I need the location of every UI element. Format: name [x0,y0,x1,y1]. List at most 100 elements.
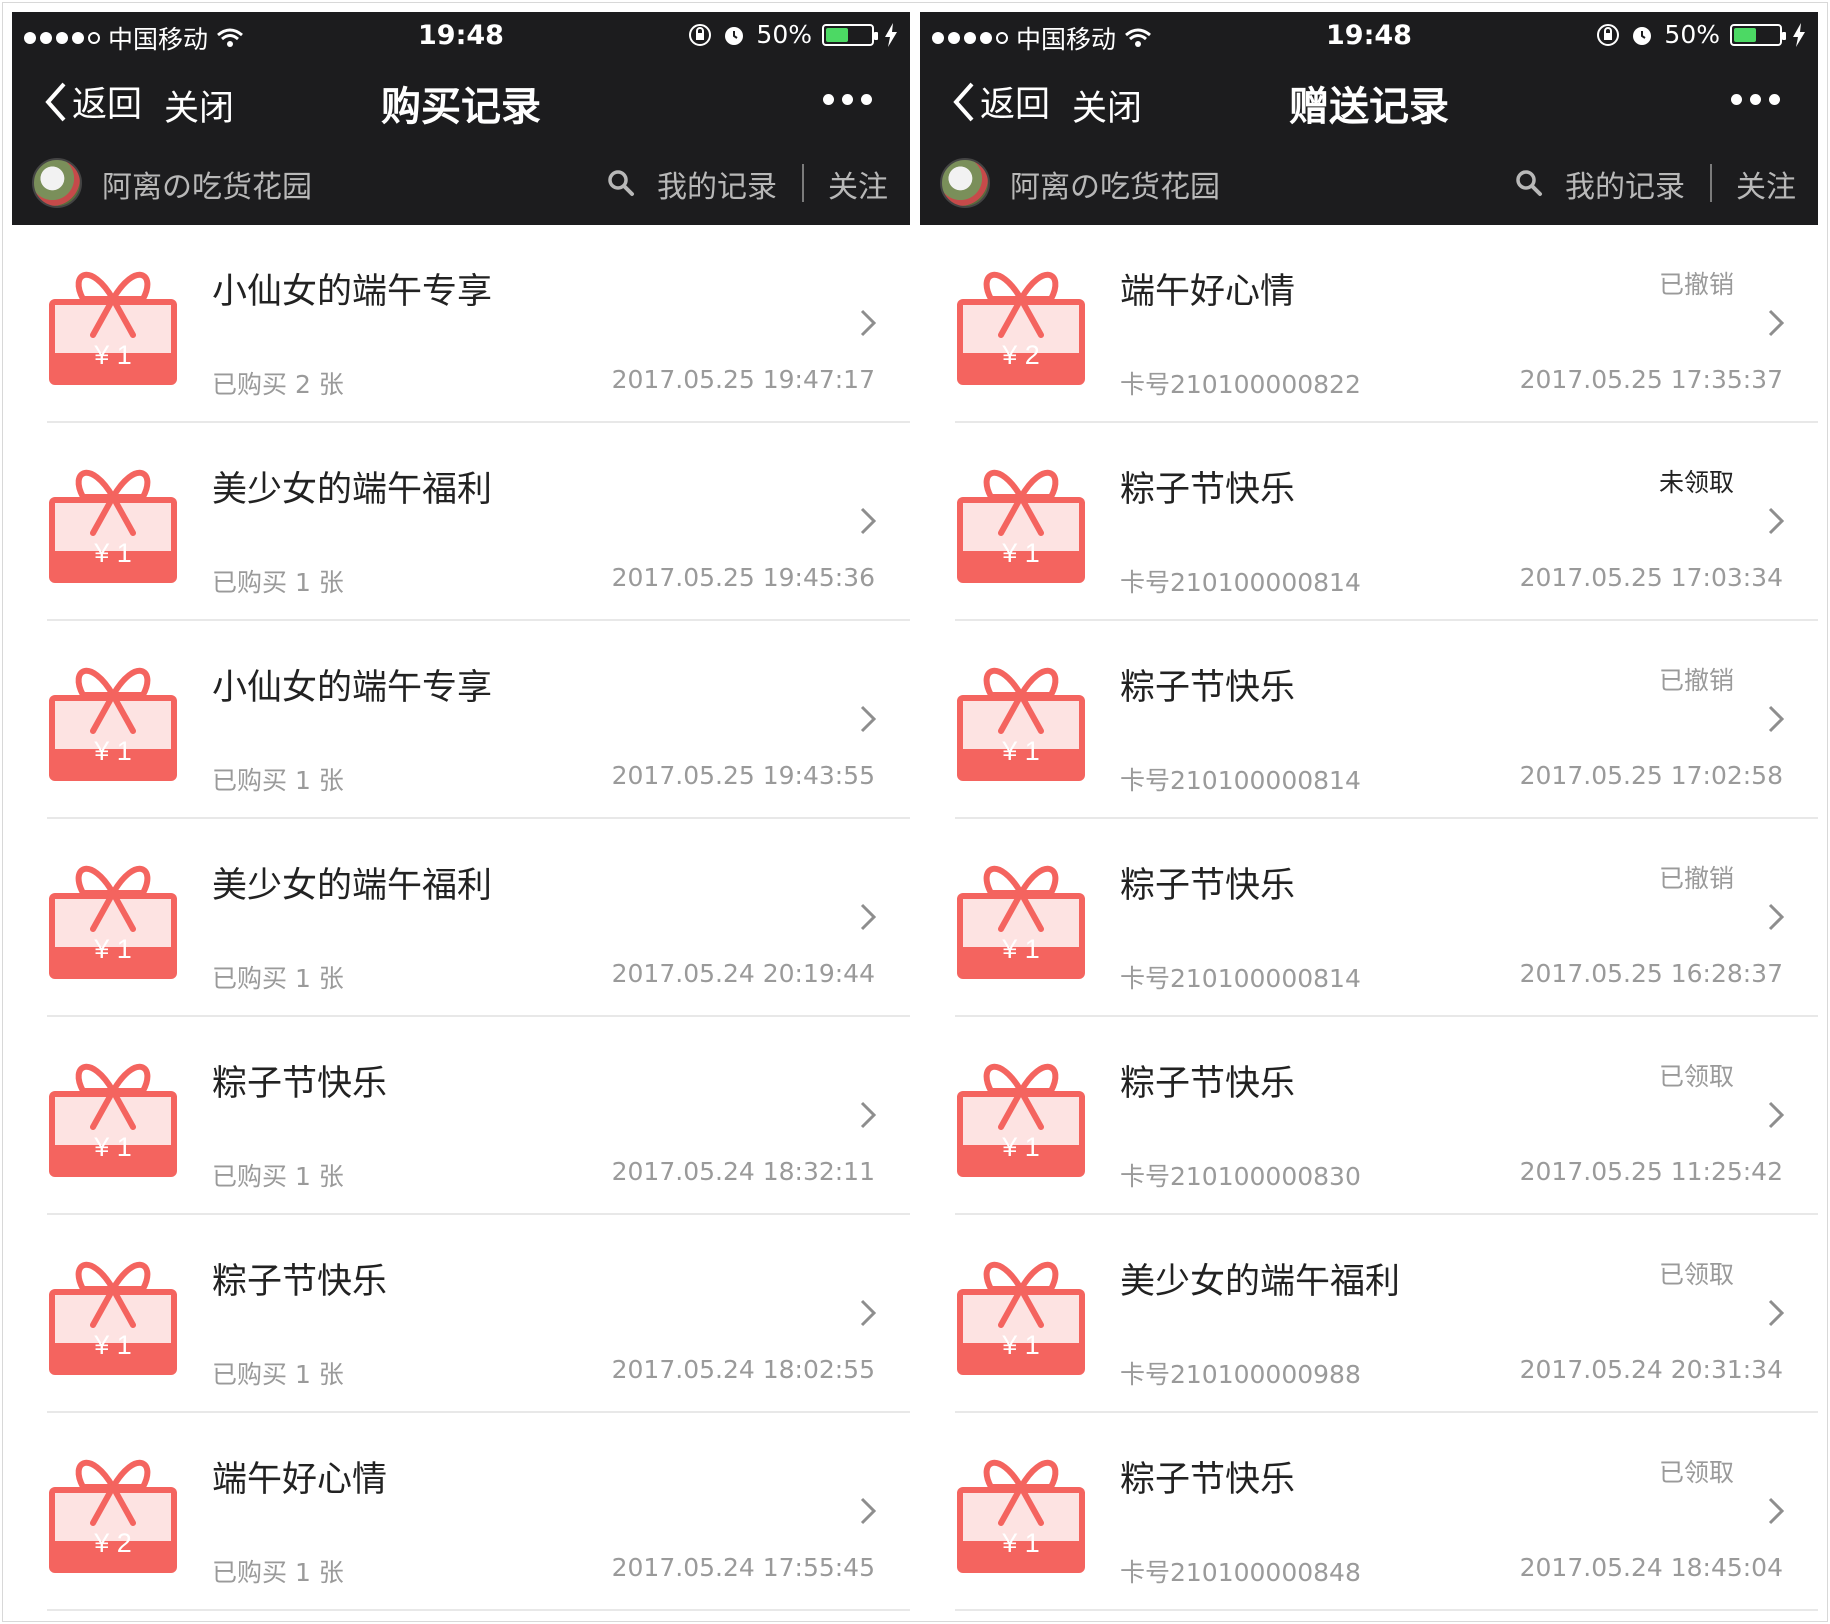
status-label: 已领取 [1658,1260,1734,1289]
gift-price: ¥ 1 [1002,934,1040,964]
card-number: 卡号210100000830 [1120,1162,1361,1191]
purchase-count: 已购买 1 张 [212,964,344,993]
item-title: 粽子节快乐 [1120,1460,1296,1500]
list-item[interactable]: ¥ 1 粽子节快乐 已撤销 卡号210100000814 2017.05.25 17:0… [920,621,1818,819]
purchase-count: 已购买 1 张 [212,568,344,597]
charging-bolt-icon [1793,22,1805,47]
shop-name[interactable]: 阿离の吃货花园 [102,162,312,206]
chevron-right-icon [860,1497,876,1525]
list-item[interactable]: ¥ 1 粽子节快乐 未领取 卡号210100000814 2017.05.25 17:0… [920,423,1818,621]
item-title: 端午好心情 [212,1460,388,1500]
timestamp: 2017.05.25 11:25:42 [1519,1157,1783,1186]
card-number: 卡号210100000848 [1120,1558,1361,1587]
item-title: 美少女的端午福利 [1120,1262,1401,1302]
rotation-lock-icon [689,23,712,46]
gift-records-screen: 中国移动 19:48 50% 返回 关闭 赠送记录 阿离の吃货花园 我的记录 关… [920,12,1818,1616]
more-options-button[interactable] [1731,94,1780,105]
purchase-count: 已购买 1 张 [212,1162,344,1191]
timestamp: 2017.05.25 17:35:37 [1519,365,1783,394]
list-item[interactable]: ¥ 2 端午好心情 已撤销 卡号210100000822 2017.05.25 17:3… [920,225,1818,423]
status-label: 已撤销 [1658,666,1734,695]
list-item[interactable]: ¥ 1 粽子节快乐 已领取 卡号210100000830 2017.05.25 11:2… [920,1017,1818,1215]
purchase-count: 已购买 1 张 [212,766,344,795]
timestamp: 2017.05.24 20:19:44 [611,959,875,988]
follow-link[interactable]: 关注 [1736,162,1796,206]
battery-icon [1730,23,1786,46]
purchase-count: 已购买 1 张 [212,1558,344,1587]
my-records-link[interactable]: 我的记录 [657,162,777,206]
status-label: 已领取 [1658,1458,1734,1487]
shop-avatar[interactable] [32,158,82,208]
list-item[interactable]: ¥ 1 小仙女的端午专享 已购买 2 张 2017.05.25 19:47:17 [12,225,910,423]
card-number: 卡号210100000814 [1120,766,1361,795]
item-title: 粽子节快乐 [1120,1064,1296,1104]
purchase-count: 已购买 1 张 [212,1360,344,1389]
item-title: 美少女的端午福利 [212,866,493,906]
item-title: 小仙女的端午专享 [212,668,493,708]
purchase-count: 已购买 2 张 [212,370,344,399]
shop-bar: 阿离の吃货花园 我的记录 关注 [12,142,910,225]
timestamp: 2017.05.25 16:28:37 [1519,959,1783,988]
timestamp: 2017.05.25 19:43:55 [611,761,875,790]
gift-price: ¥ 1 [94,1330,132,1360]
item-title: 粽子节快乐 [212,1262,388,1302]
row-divider [955,1609,1818,1611]
timestamp: 2017.05.24 17:55:45 [611,1553,875,1582]
timestamp: 2017.05.25 19:47:17 [611,365,875,394]
chevron-right-icon [860,705,876,733]
list-item[interactable]: ¥ 1 粽子节快乐已购买 1 张 2017.05.24 18:02:55 [12,1215,910,1413]
card-number: 卡号210100000822 [1120,370,1361,399]
list-item[interactable]: ¥ 1 粽子节快乐 已购买 1 张 2017.05.24 18:32:11 [12,1017,910,1215]
gift-price: ¥ 1 [1002,1528,1040,1558]
row-divider [47,1609,910,1611]
timestamp: 2017.05.24 18:45:04 [1519,1553,1783,1582]
status-bar: 中国移动 19:48 50% [920,12,1818,58]
list-item[interactable]: ¥ 1 粽子节快乐 已领取卡号210100000848 2017.05.24 18:4… [920,1413,1818,1611]
list-item[interactable]: ¥ 1 美少女的端午福利已购买 1 张 2017.05.25 19:45:36 [12,423,910,621]
search-icon[interactable] [1515,169,1543,197]
top-bar: 中国移动 19:48 50% [920,12,1818,225]
gift-price: ¥ 1 [94,736,132,766]
timestamp: 2017.05.25 17:03:34 [1519,563,1783,592]
item-title: 小仙女的端午专享 [212,272,493,312]
follow-link[interactable]: 关注 [828,162,888,206]
purchase-list: ¥ 1 小仙女的端午专享 已购买 2 张 2017.05.25 19:47:17 ¥ 1… [12,225,910,1611]
item-title: 粽子节快乐 [1120,668,1296,708]
chevron-right-icon [1768,1497,1784,1525]
chevron-right-icon [860,1299,876,1327]
status-label: 已撤销 [1658,270,1734,299]
gift-price: ¥ 1 [94,538,132,568]
list-item[interactable]: ¥ 1 小仙女的端午专享已购买 1 张 2017.05.25 19:43:55 [12,621,910,819]
my-records-link[interactable]: 我的记录 [1565,162,1685,206]
status-label: 未领取 [1658,468,1734,497]
timestamp: 2017.05.24 20:31:34 [1519,1355,1783,1384]
search-icon[interactable] [607,169,635,197]
list-item[interactable]: ¥ 1 粽子节快乐 已撤销 卡号210100000814 2017.05.25 16:2… [920,819,1818,1017]
status-label: 已撤销 [1658,864,1734,893]
page-title: 赠送记录 [1289,84,1449,130]
list-item[interactable]: ¥ 1 美少女的端午福利 已领取 卡号210100000988 2017.05.24 2… [920,1215,1818,1413]
battery-percent: 50% [756,20,812,49]
shop-avatar[interactable] [940,158,990,208]
timestamp: 2017.05.24 18:32:11 [611,1157,875,1186]
list-item[interactable]: ¥ 2 端午好心情 已购买 1 张 2017.05.24 17:55:45 [12,1413,910,1611]
card-number: 卡号210100000988 [1120,1360,1361,1389]
gift-price: ¥ 2 [1002,340,1040,370]
chevron-right-icon [1768,507,1784,535]
purchase-records-screen: 中国移动 19:48 50% 返回 关闭 购买记录 阿离の吃货花园 我的记录 关… [12,12,910,1616]
top-bar: 中国移动 19:48 50% [12,12,910,225]
item-title: 粽子节快乐 [1120,470,1296,510]
charging-bolt-icon [885,22,897,47]
item-title: 美少女的端午福利 [212,470,493,510]
timestamp: 2017.05.24 18:02:55 [611,1355,875,1384]
more-options-button[interactable] [823,94,872,105]
status-label: 已领取 [1658,1062,1734,1091]
list-item[interactable]: ¥ 1 美少女的端午福利 已购买 1 张 2017.05.24 20:19:44 [12,819,910,1017]
chevron-right-icon [1768,309,1784,337]
divider [802,164,804,202]
timestamp: 2017.05.25 19:45:36 [611,563,875,592]
alarm-icon [725,26,744,45]
shop-name[interactable]: 阿离の吃货花园 [1010,162,1220,206]
chevron-right-icon [1768,705,1784,733]
nav-bar: 返回 关闭 赠送记录 [920,58,1818,142]
